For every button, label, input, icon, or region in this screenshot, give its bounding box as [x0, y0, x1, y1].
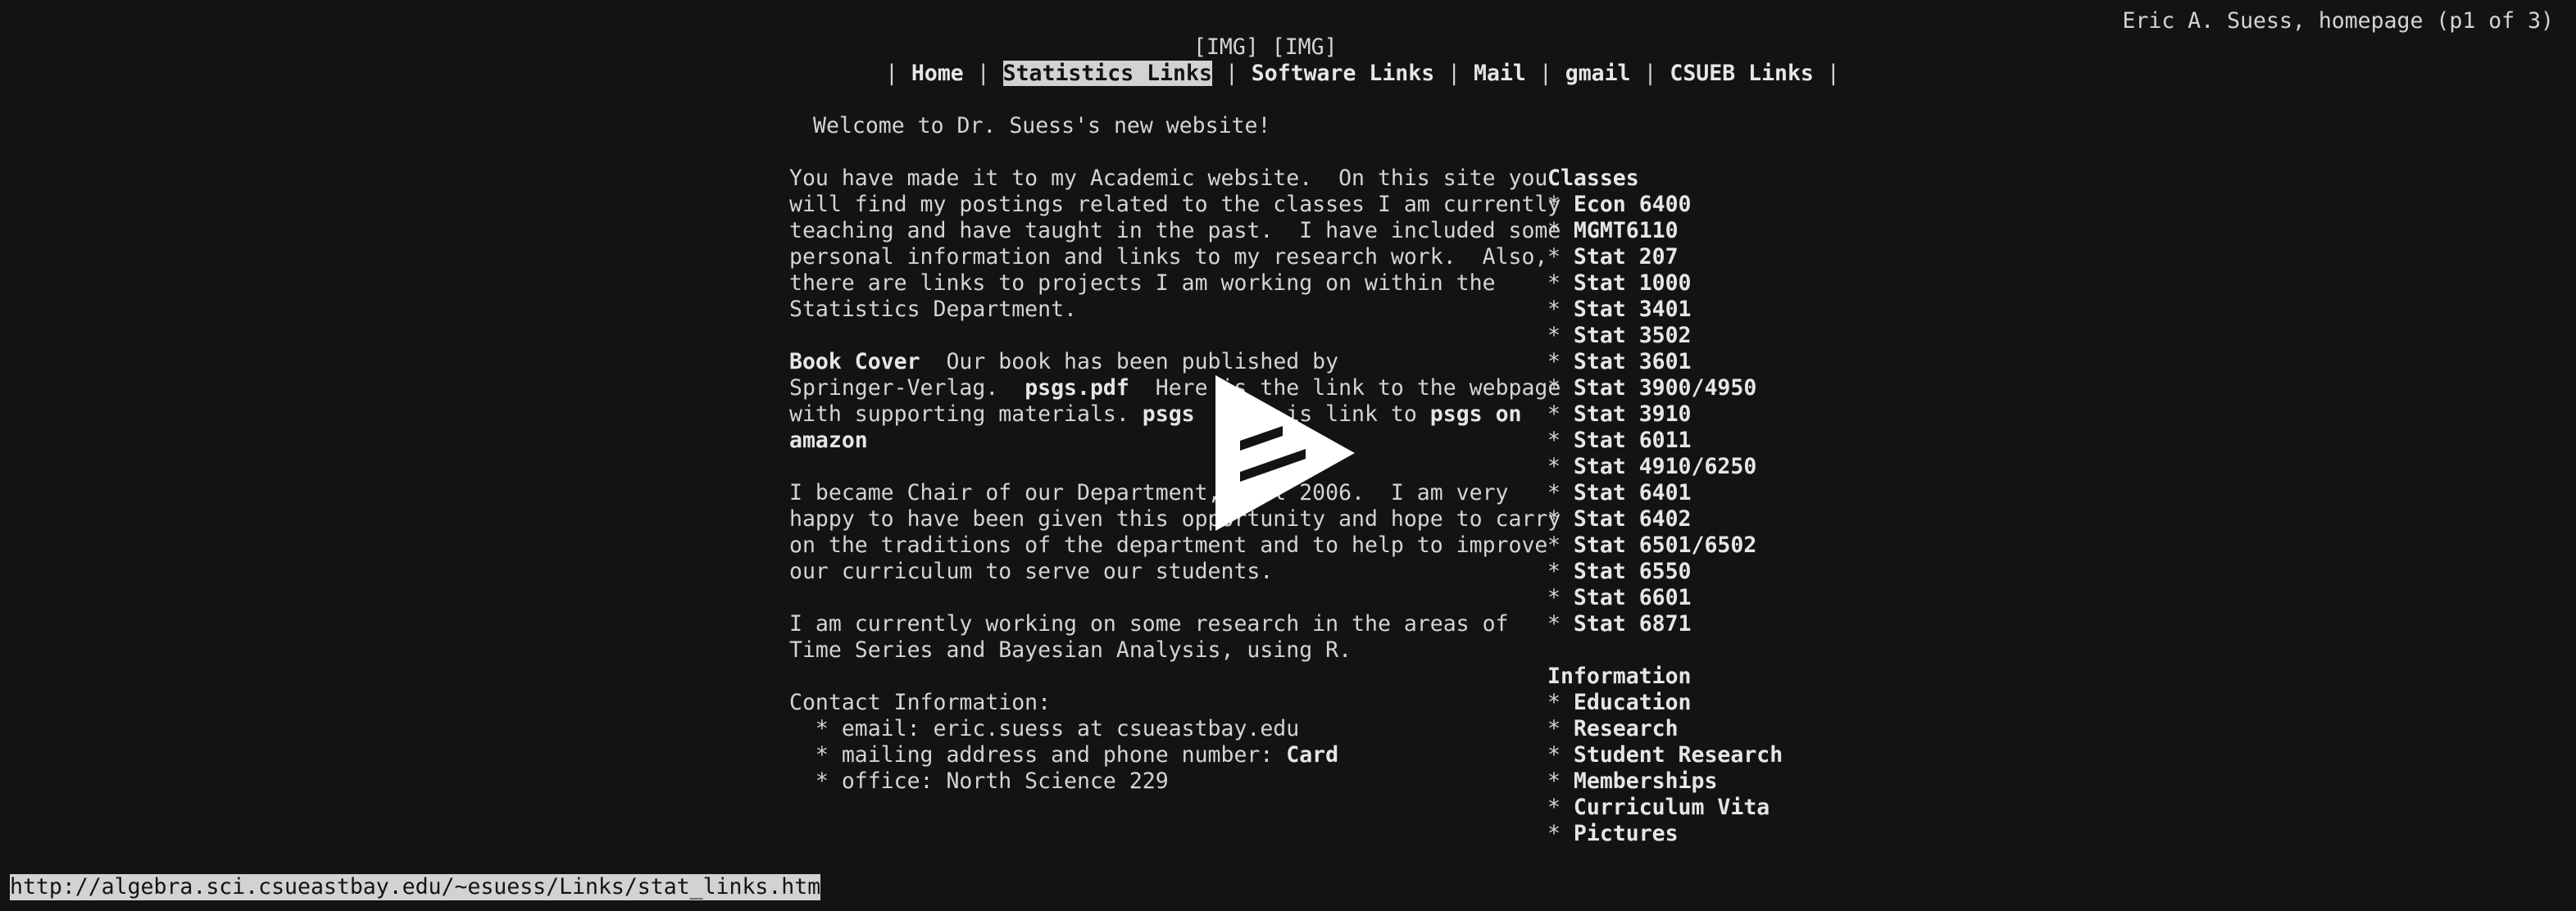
- bullet: *: [1547, 611, 1574, 637]
- bullet: *: [1547, 454, 1574, 479]
- list-item: * Stat 6402: [1547, 506, 1692, 533]
- bullet: *: [1547, 375, 1574, 401]
- bullet: *: [1547, 192, 1574, 217]
- status-url: http://algebra.sci.csueastbay.edu/~esues…: [10, 874, 821, 900]
- class-link-stat-6401[interactable]: Stat 6401: [1574, 480, 1692, 505]
- class-link-stat-3401[interactable]: Stat 3401: [1574, 297, 1692, 322]
- header-image-1[interactable]: [IMG]: [1193, 34, 1259, 60]
- header-images: [IMG] [IMG]: [1193, 34, 1338, 61]
- info-link-research[interactable]: Research: [1574, 716, 1679, 741]
- list-item: * Stat 6871: [1547, 611, 1692, 637]
- header-image-2[interactable]: [IMG]: [1272, 34, 1338, 60]
- class-link-stat-6871[interactable]: Stat 6871: [1574, 611, 1692, 637]
- bullet: *: [1547, 297, 1574, 322]
- nav-csueb-links[interactable]: CSUEB Links: [1670, 61, 1814, 86]
- list-item: * Memberships: [1547, 768, 1717, 795]
- class-link-stat-4910-6250[interactable]: Stat 4910/6250: [1574, 454, 1756, 479]
- class-link-stat-1000[interactable]: Stat 1000: [1574, 270, 1692, 296]
- class-link-stat-3900-4950[interactable]: Stat 3900/4950: [1574, 375, 1756, 401]
- bullet: *: [1547, 585, 1574, 610]
- list-item: * Stat 3401: [1547, 297, 1692, 323]
- info-link-memberships[interactable]: Memberships: [1574, 768, 1718, 794]
- bullet: *: [1547, 716, 1574, 741]
- bullet: *: [1547, 690, 1574, 715]
- class-link-mgmt6110[interactable]: MGMT6110: [1574, 218, 1679, 243]
- list-item: * Stat 6011: [1547, 428, 1692, 454]
- psgs-pdf-link[interactable]: psgs.pdf: [1024, 375, 1129, 401]
- card-link[interactable]: Card: [1286, 742, 1338, 768]
- bullet: *: [1547, 559, 1574, 584]
- list-item: * Student Research: [1547, 742, 1783, 768]
- info-link-pictures[interactable]: Pictures: [1574, 821, 1679, 846]
- book-cover-link[interactable]: Book Cover: [789, 349, 920, 374]
- nav-statistics-links[interactable]: Statistics Links: [1002, 61, 1212, 86]
- list-item: * Stat 3900/4950: [1547, 375, 1756, 401]
- contact-office: * office: North Science 229: [789, 768, 1169, 794]
- bullet: *: [1547, 349, 1574, 374]
- psgs-amazon-link-cont[interactable]: amazon: [789, 428, 868, 453]
- list-item: * Stat 1000: [1547, 270, 1692, 297]
- list-item: * MGMT6110: [1547, 218, 1679, 244]
- bullet: *: [1547, 270, 1574, 296]
- play-icon[interactable]: [1215, 375, 1355, 531]
- nav-home[interactable]: Home: [911, 61, 964, 86]
- list-item: * Stat 6401: [1547, 480, 1692, 506]
- bullet: *: [1547, 795, 1574, 820]
- list-item: * Curriculum Vita: [1547, 795, 1770, 821]
- list-item: * Stat 6550: [1547, 559, 1692, 585]
- list-item: * Stat 6601: [1547, 585, 1692, 611]
- list-item: * Stat 3502: [1547, 323, 1692, 349]
- class-link-stat-6501-6502[interactable]: Stat 6501/6502: [1574, 533, 1756, 558]
- nav-bar: | Home | Statistics Links | Software Lin…: [885, 61, 1840, 86]
- bullet: *: [1547, 768, 1574, 794]
- bullet: *: [1547, 428, 1574, 453]
- nav-mail[interactable]: Mail: [1474, 61, 1526, 86]
- contact-email: * email: eric.suess at csueastbay.edu: [789, 716, 1300, 741]
- bullet: *: [1547, 401, 1574, 427]
- class-link-econ-6400[interactable]: Econ 6400: [1574, 192, 1692, 217]
- class-link-stat-3910[interactable]: Stat 3910: [1574, 401, 1692, 427]
- contact-heading: Contact Information:: [789, 690, 1052, 715]
- class-link-stat-3601[interactable]: Stat 3601: [1574, 349, 1692, 374]
- list-item: * Pictures: [1547, 821, 1679, 847]
- class-link-stat-3502[interactable]: Stat 3502: [1574, 323, 1692, 348]
- classes-heading: Classes: [1547, 165, 1639, 191]
- list-item: * Stat 3601: [1547, 349, 1692, 375]
- list-item: * Stat 207: [1547, 244, 1679, 270]
- psgs-link[interactable]: psgs: [1143, 401, 1195, 427]
- list-item: * Education: [1547, 690, 1692, 716]
- list-item: * Research: [1547, 716, 1679, 742]
- psgs-amazon-link[interactable]: psgs on: [1430, 401, 1522, 427]
- bullet: *: [1547, 533, 1574, 558]
- info-link-education[interactable]: Education: [1574, 690, 1692, 715]
- nav-software-links[interactable]: Software Links: [1252, 61, 1434, 86]
- list-item: * Stat 3910: [1547, 401, 1692, 428]
- bullet: *: [1547, 742, 1574, 768]
- info-link-student-research[interactable]: Student Research: [1574, 742, 1783, 768]
- nav-gmail[interactable]: gmail: [1565, 61, 1631, 86]
- class-link-stat-6550[interactable]: Stat 6550: [1574, 559, 1692, 584]
- bullet: *: [1547, 244, 1574, 270]
- page-info: Eric A. Suess, homepage (p1 of 3): [2122, 8, 2555, 34]
- list-item: * Stat 6501/6502: [1547, 533, 1756, 559]
- list-item: * Stat 4910/6250: [1547, 454, 1756, 480]
- bullet: *: [1547, 323, 1574, 348]
- class-link-stat-6601[interactable]: Stat 6601: [1574, 585, 1692, 610]
- information-heading: Information: [1547, 664, 1692, 689]
- class-link-stat-207[interactable]: Stat 207: [1574, 244, 1679, 270]
- list-item: * Econ 6400: [1547, 192, 1692, 218]
- bullet: *: [1547, 480, 1574, 505]
- welcome-text: Welcome to Dr. Suess's new website!: [813, 113, 1271, 138]
- bullet: *: [1547, 821, 1574, 846]
- bullet: *: [1547, 218, 1574, 243]
- class-link-stat-6011[interactable]: Stat 6011: [1574, 428, 1692, 453]
- bullet: *: [1547, 506, 1574, 532]
- class-link-stat-6402[interactable]: Stat 6402: [1574, 506, 1692, 532]
- info-link-curriculum-vita[interactable]: Curriculum Vita: [1574, 795, 1770, 820]
